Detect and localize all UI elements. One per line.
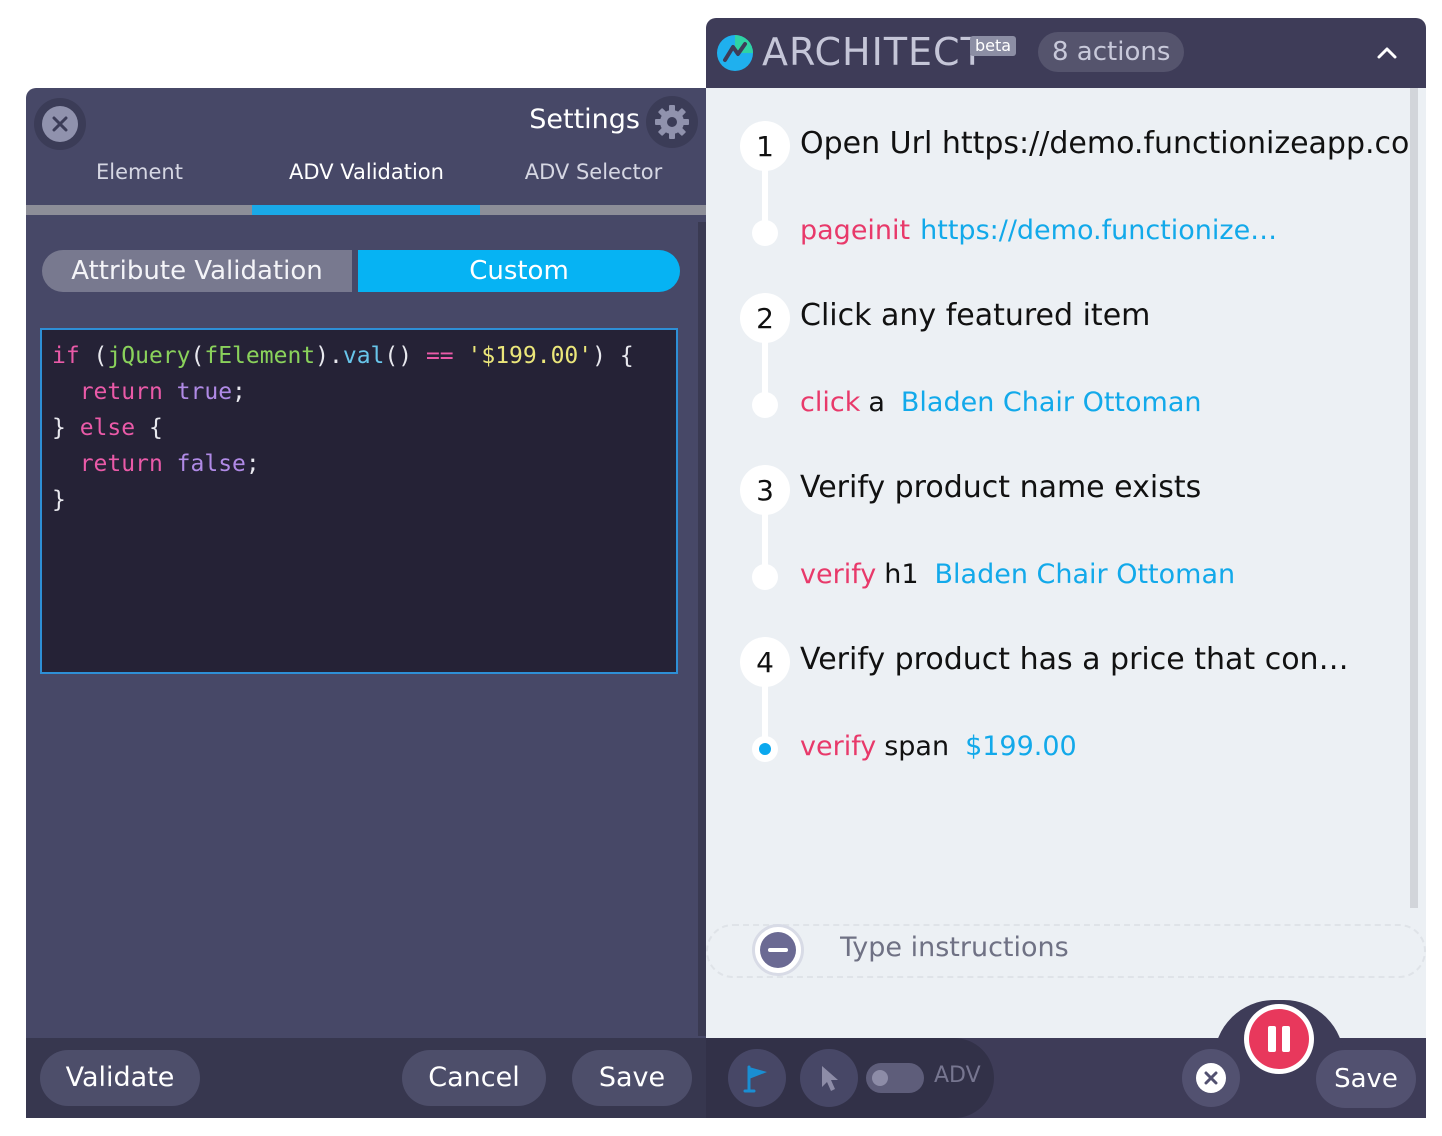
validate-button[interactable]: Validate — [40, 1050, 200, 1106]
code-editor[interactable]: if (jQuery(fElement).val() == '$199.00')… — [40, 328, 678, 674]
step-number: 1 — [740, 121, 790, 171]
architect-logo-icon — [716, 34, 754, 72]
command-selector: a — [868, 387, 885, 418]
tab-adv-validation[interactable]: ADV Validation — [253, 154, 480, 198]
step-command[interactable]: verify h1 Bladen Chair Ottoman — [800, 559, 1235, 590]
element-picker-button[interactable] — [800, 1049, 858, 1107]
adv-label: ADV — [934, 1063, 981, 1088]
command-selector: span — [884, 731, 949, 762]
adv-toggle[interactable] — [866, 1063, 924, 1093]
tab-underline-element — [26, 205, 252, 215]
close-settings-button[interactable] — [34, 98, 86, 150]
gear-icon — [652, 102, 692, 142]
command-value: Bladen Chair Ottoman — [901, 387, 1202, 418]
tab-underline-selector — [480, 205, 706, 215]
close-architect-button[interactable] — [1182, 1049, 1240, 1107]
settings-title: Settings — [529, 104, 640, 135]
step-title[interactable]: Verify product has a price that con… — [800, 642, 1349, 677]
command-value: https://demo.functionize… — [920, 215, 1277, 246]
minus-icon — [760, 932, 796, 968]
command-verb: verify — [800, 731, 876, 762]
flag-icon — [740, 1061, 774, 1095]
command-verb: verify — [800, 559, 876, 590]
step-dot-current — [752, 736, 778, 762]
command-selector: h1 — [884, 559, 918, 590]
architect-body: 1 Open Url https://demo.functionizeapp.c… — [706, 88, 1426, 1038]
command-verb: pageinit — [800, 215, 910, 246]
step-title[interactable]: Verify product name exists — [800, 470, 1201, 505]
tab-adv-selector[interactable]: ADV Selector — [480, 154, 706, 198]
settings-footer: Validate Cancel Save — [26, 1038, 706, 1118]
cancel-button[interactable]: Cancel — [402, 1050, 546, 1106]
tab-element[interactable]: Element — [26, 154, 253, 198]
code-line: return true; — [52, 374, 666, 410]
step-dot — [752, 392, 778, 418]
step-title[interactable]: Open Url https://demo.functionizeapp.co — [800, 126, 1409, 161]
step-command[interactable]: verify span $199.00 — [800, 731, 1077, 762]
step-command[interactable]: clicka Bladen Chair Ottoman — [800, 387, 1202, 418]
close-icon — [42, 106, 78, 142]
step-dot — [752, 220, 778, 246]
beta-badge: beta — [970, 36, 1016, 56]
settings-gear-button[interactable] — [646, 96, 698, 148]
step-number: 4 — [740, 637, 790, 687]
custom-toggle[interactable]: Custom — [358, 250, 680, 292]
command-value: $199.00 — [965, 731, 1077, 762]
close-icon — [1196, 1063, 1226, 1093]
code-line: if (jQuery(fElement).val() == '$199.00')… — [52, 338, 666, 374]
code-line: } — [52, 482, 666, 518]
remove-button[interactable] — [752, 924, 804, 976]
architect-title: ARCHITECT — [762, 30, 985, 74]
attribute-validation-toggle[interactable]: Attribute Validation — [42, 250, 352, 292]
step-number: 3 — [740, 465, 790, 515]
save-architect-button[interactable]: Save — [1316, 1050, 1416, 1108]
step-title[interactable]: Click any featured item — [800, 298, 1150, 333]
chevron-up-icon[interactable] — [1372, 38, 1402, 68]
instructions-input[interactable] — [840, 932, 1380, 963]
settings-scrollbar[interactable] — [698, 222, 706, 1036]
save-settings-button[interactable]: Save — [572, 1050, 692, 1106]
actions-count: 8 actions — [1038, 32, 1184, 72]
architect-header: ARCHITECT beta 8 actions — [706, 18, 1426, 88]
step-number: 2 — [740, 293, 790, 343]
step-dot — [752, 564, 778, 590]
code-line: return false; — [52, 446, 666, 482]
pause-recording-button[interactable] — [1244, 1004, 1314, 1074]
command-verb: click — [800, 387, 860, 418]
pause-icon — [1249, 1009, 1309, 1069]
code-line: } else { — [52, 410, 666, 446]
command-value: Bladen Chair Ottoman — [935, 559, 1236, 590]
step-command[interactable]: pageinit https://demo.functionize… — [800, 215, 1277, 246]
flag-button[interactable] — [728, 1049, 786, 1107]
tab-underline-active — [252, 205, 480, 215]
architect-scrollbar[interactable] — [1410, 88, 1418, 908]
settings-panel: Settings Element ADV Validation ADV Sele… — [26, 88, 706, 1118]
pointer-icon — [812, 1061, 846, 1095]
